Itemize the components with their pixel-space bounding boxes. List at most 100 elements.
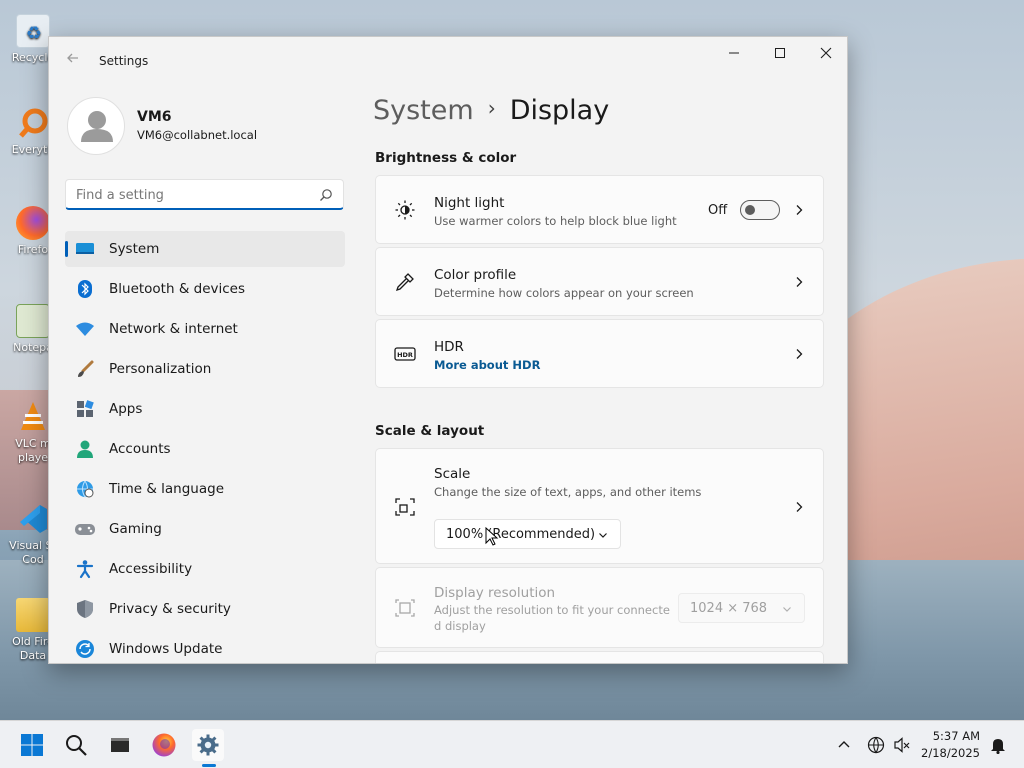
sidebar-item-label: System (109, 241, 160, 257)
sidebar-item-label: Apps (109, 401, 143, 417)
taskbar-settings-button[interactable] (192, 729, 224, 767)
scale-dropdown-value: 100% (Recommended) (446, 526, 596, 542)
folder-icon (16, 598, 50, 632)
sidebar-item-network[interactable]: Network & internet (65, 311, 345, 347)
eyedropper-icon (395, 273, 414, 292)
update-icon (73, 637, 97, 661)
sidebar-item-label: Gaming (109, 521, 162, 537)
brush-icon (73, 357, 97, 381)
search-box[interactable] (65, 179, 344, 210)
avatar[interactable] (67, 97, 125, 155)
taskbar-clock-date[interactable]: 2/18/2025 (900, 746, 980, 760)
taskbar: 5:37 AM 2/18/2025 (0, 720, 1024, 768)
sidebar-item-windows-update[interactable]: Windows Update (65, 631, 345, 663)
minimize-button[interactable] (711, 37, 757, 69)
night-light-title: Night light (434, 195, 505, 211)
terminal-icon (111, 738, 129, 752)
sidebar-item-label: Windows Update (109, 641, 223, 657)
sidebar-item-label: Privacy & security (109, 601, 231, 617)
display-resolution-card[interactable]: Display resolution Adjust the resolution… (375, 567, 824, 648)
sidebar-item-label: Bluetooth & devices (109, 281, 246, 297)
search-input[interactable] (76, 185, 306, 205)
search-icon (320, 189, 332, 201)
hdr-icon: HDR (394, 347, 416, 361)
chevron-down-icon (599, 533, 607, 538)
window-title: Settings (99, 54, 149, 68)
profile-email: VM6@collabnet.local (137, 128, 258, 142)
chevron-right-icon[interactable] (793, 276, 805, 288)
sidebar-item-label: Network & internet (109, 321, 238, 337)
display-resolution-subtitle: Adjust the resolution to fit your connec… (434, 603, 670, 617)
chevron-right-icon[interactable] (793, 348, 805, 360)
back-arrow-icon[interactable] (63, 51, 83, 71)
resolution-dropdown-value: 1024 × 768 (690, 600, 768, 616)
settings-gear-icon (197, 734, 219, 756)
maximize-button[interactable] (757, 37, 803, 69)
sidebar-item-bluetooth[interactable]: Bluetooth & devices (65, 271, 345, 307)
show-hidden-icons-button[interactable] (830, 729, 858, 761)
section-heading-brightness: Brightness & color (375, 150, 517, 166)
globe-icon (867, 736, 885, 754)
sidebar-item-accounts[interactable]: Accounts (65, 431, 345, 467)
sidebar-item-label: Personalization (109, 361, 212, 377)
network-tray-button[interactable] (862, 729, 890, 761)
breadcrumb-separator: › (487, 96, 496, 120)
sidebar-item-accessibility[interactable]: Accessibility (65, 551, 345, 587)
night-light-toggle[interactable] (740, 200, 780, 220)
color-profile-card[interactable]: Color profile Determine how colors appea… (375, 247, 824, 316)
color-profile-subtitle: Determine how colors appear on your scre… (434, 286, 694, 300)
hdr-learn-more-link[interactable]: More about HDR (434, 358, 540, 372)
toggle-knob (745, 205, 755, 215)
night-light-card[interactable]: Night light Use warmer colors to help bl… (375, 175, 824, 244)
sidebar-item-label: Time & language (109, 481, 225, 497)
accessibility-icon (73, 557, 97, 581)
shield-icon (73, 597, 97, 621)
sidebar-item-privacy-security[interactable]: Privacy & security (65, 591, 345, 627)
mouse-cursor-icon (485, 527, 499, 546)
scale-title: Scale (434, 466, 471, 482)
firefox-icon (152, 733, 176, 757)
taskbar-clock-time[interactable]: 5:37 AM (900, 729, 980, 743)
svg-text:HDR: HDR (397, 351, 413, 359)
resolution-icon (395, 599, 415, 617)
sidebar-item-apps[interactable]: Apps (65, 391, 345, 427)
notifications-button[interactable] (984, 729, 1012, 761)
breadcrumb-parent[interactable]: System (373, 95, 474, 126)
scale-dropdown[interactable]: 100% (Recommended) (434, 519, 621, 549)
selection-indicator (65, 241, 68, 257)
scale-card[interactable]: Scale Change the size of text, apps, and… (375, 448, 824, 564)
taskbar-search-button[interactable] (60, 729, 92, 761)
title-bar[interactable]: Settings (49, 37, 847, 83)
page-title: Display (509, 95, 610, 126)
settings-window: Settings VM6 VM6@collabnet.local System … (48, 36, 848, 664)
minimize-icon (729, 52, 739, 54)
search-icon (66, 735, 87, 756)
bluetooth-icon (73, 277, 97, 301)
chevron-right-icon[interactable] (793, 204, 805, 216)
system-icon (73, 237, 97, 261)
scale-subtitle: Change the size of text, apps, and other… (434, 485, 702, 499)
gamepad-icon (73, 517, 97, 541)
accounts-icon (73, 437, 97, 461)
sidebar-item-gaming[interactable]: Gaming (65, 511, 345, 547)
close-button[interactable] (803, 37, 847, 69)
hdr-title: HDR (434, 339, 464, 355)
start-button[interactable] (16, 729, 48, 761)
maximize-icon (775, 48, 785, 58)
profile-name: VM6 (137, 109, 172, 125)
resolution-dropdown[interactable]: 1024 × 768 (678, 593, 805, 623)
globe-clock-icon (73, 477, 97, 501)
sidebar-item-system[interactable]: System (65, 231, 345, 267)
scale-icon (395, 498, 415, 516)
hdr-card[interactable]: HDR HDR More about HDR (375, 319, 824, 388)
taskbar-firefox-button[interactable] (148, 729, 180, 761)
windows-start-icon (21, 734, 43, 756)
taskbar-terminal-button[interactable] (104, 729, 136, 761)
chevron-down-icon (783, 607, 791, 612)
network-icon (73, 317, 97, 341)
notepad-plus-icon (16, 304, 50, 338)
next-setting-card[interactable] (375, 651, 824, 663)
sidebar-item-personalization[interactable]: Personalization (65, 351, 345, 387)
chevron-right-icon[interactable] (793, 501, 805, 513)
sidebar-item-time-language[interactable]: Time & language (65, 471, 345, 507)
